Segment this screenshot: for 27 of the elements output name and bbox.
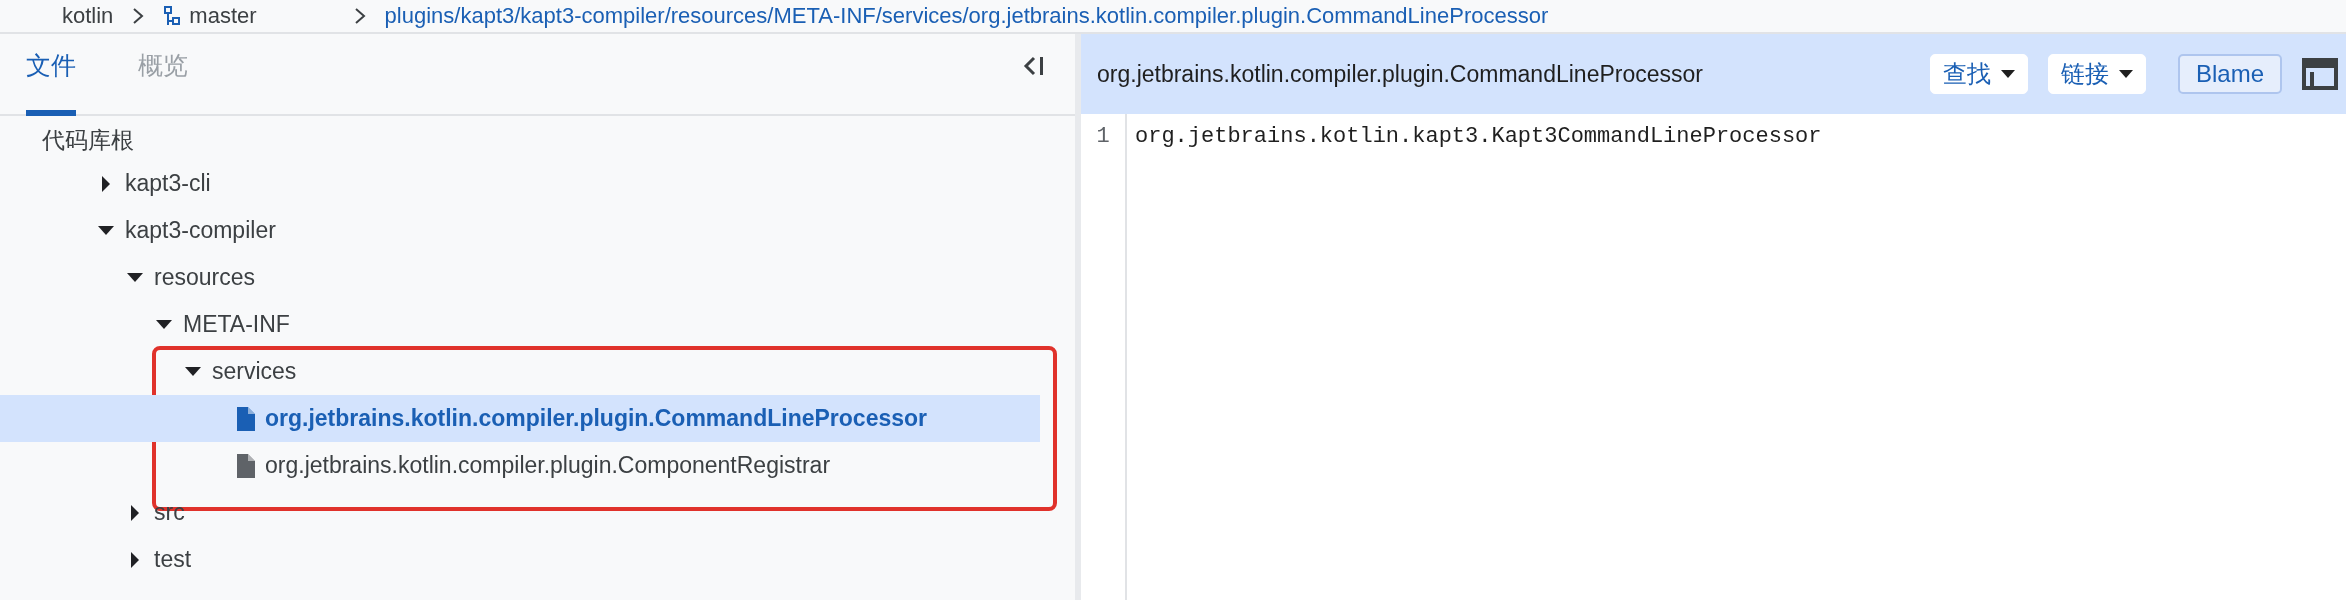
dropdown-button[interactable]: 链接 [2047,54,2146,94]
layout-icon[interactable] [2302,58,2338,90]
breadcrumb-link[interactable]: master [163,3,257,29]
breadcrumb-link[interactable]: kotlin [62,3,114,29]
collapse-panel-icon[interactable] [1021,54,1045,78]
tab[interactable]: 文件 [26,49,76,116]
tree-root-label: 代码库根 [41,125,135,155]
folder-item[interactable]: kapt3-cli [0,160,1040,207]
breadcrumb-link[interactable]: plugins/kapt3/kapt3-compiler/resources/META-INF/services/org.jetbrains.kotlin.compiler.plugin.CommandLineProcessor [384,3,1549,29]
caret-icon [2000,69,2015,79]
folder-item[interactable]: META-INF [0,301,1040,348]
dropdown-button[interactable]: 查找 [1929,54,2028,94]
caret-icon [2118,69,2133,79]
file-icon [237,453,255,478]
folder-item[interactable]: kapt3-compiler [0,207,1040,254]
code-line: org.jetbrains.kotlin.kapt3.Kapt3CommandLineProcessor [1135,124,1822,149]
file-title: org.jetbrains.kotlin.compiler.plugin.CommandLineProcessor [1097,60,1704,88]
line-number: 1 [1095,124,1111,149]
file-item[interactable]: org.jetbrains.kotlin.compiler.plugin.ComponentRegistrar [0,442,1040,489]
chevron-icon [131,7,146,25]
branch-icon [163,6,182,26]
folder-item[interactable]: services [0,348,1040,395]
file-item[interactable]: org.jetbrains.kotlin.compiler.plugin.CommandLineProcessor [0,395,1040,442]
blame-button[interactable]: Blame [2177,54,2282,94]
file-icon [237,406,255,431]
folder-item[interactable]: resources [0,254,1040,301]
folder-item[interactable]: test [0,536,1040,583]
